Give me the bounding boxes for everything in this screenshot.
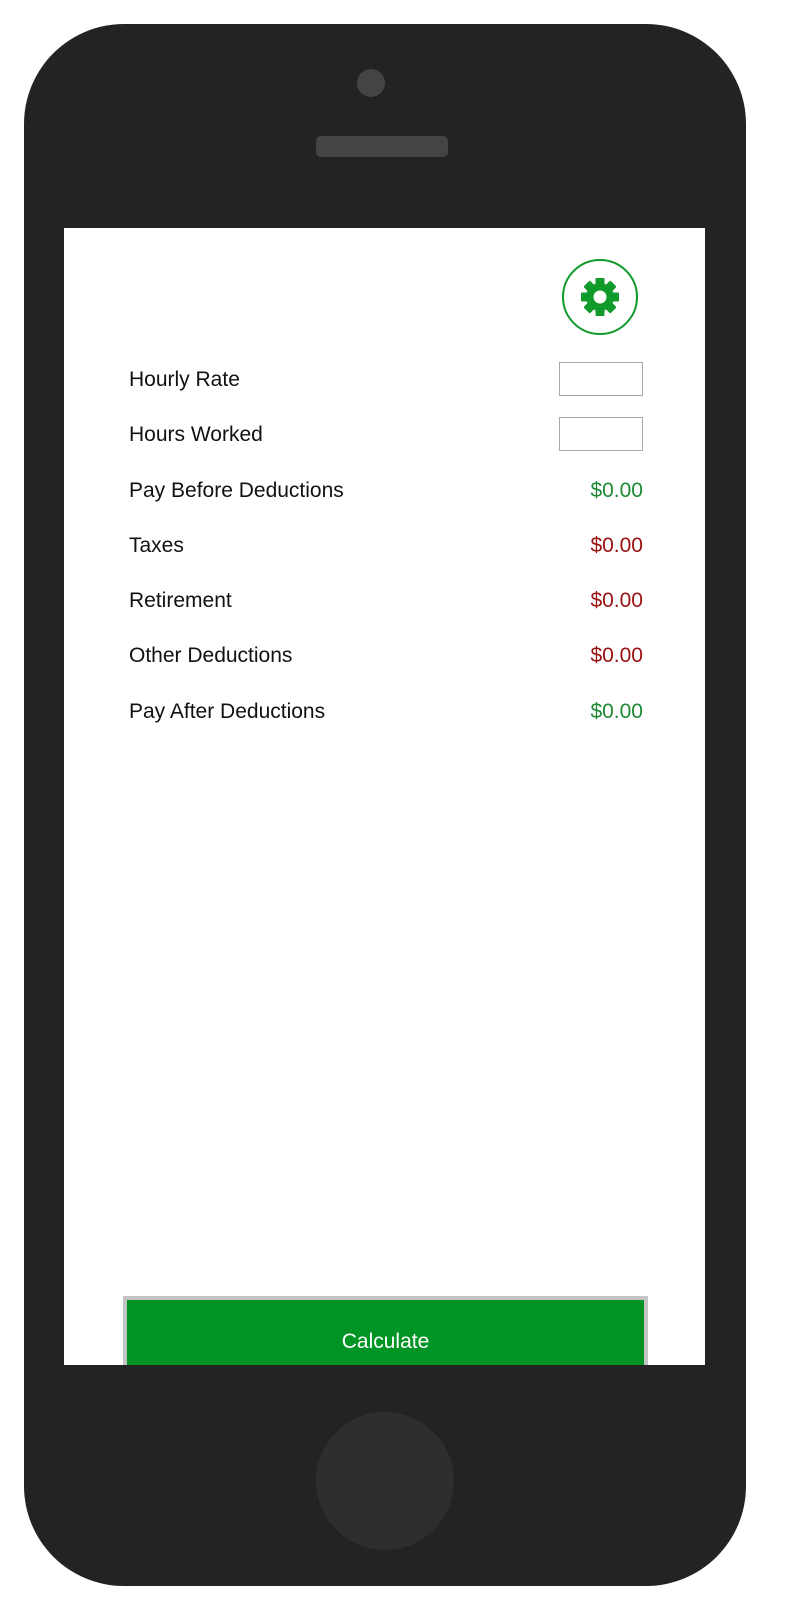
taxes-label: Taxes: [129, 534, 184, 557]
row-pay-after-deductions: Pay After Deductions $0.00: [129, 694, 643, 730]
row-retirement: Retirement $0.00: [129, 583, 643, 619]
row-hours-worked: Hours Worked: [129, 417, 643, 453]
hourly-rate-label: Hourly Rate: [129, 368, 240, 391]
other-deductions-value: $0.00: [590, 644, 643, 667]
row-taxes: Taxes $0.00: [129, 528, 643, 564]
row-other-deductions: Other Deductions $0.00: [129, 638, 643, 674]
row-pay-before-deductions: Pay Before Deductions $0.00: [129, 473, 643, 509]
gear-icon: [581, 278, 619, 316]
app-screen: Hourly Rate Hours Worked Pay Before Dedu…: [64, 228, 705, 1365]
pay-after-deductions-value: $0.00: [590, 700, 643, 723]
home-button[interactable]: [316, 1412, 454, 1550]
front-camera: [357, 69, 385, 97]
earpiece-speaker: [316, 136, 448, 157]
pay-before-deductions-label: Pay Before Deductions: [129, 479, 344, 502]
retirement-value: $0.00: [590, 589, 643, 612]
hourly-rate-input[interactable]: [559, 362, 643, 396]
phone-frame: Hourly Rate Hours Worked Pay Before Dedu…: [24, 24, 746, 1586]
pay-before-deductions-value: $0.00: [590, 479, 643, 502]
retirement-label: Retirement: [129, 589, 232, 612]
other-deductions-label: Other Deductions: [129, 644, 293, 667]
pay-after-deductions-label: Pay After Deductions: [129, 700, 326, 723]
calculate-button-frame: Calculate: [123, 1296, 648, 1365]
settings-button[interactable]: [562, 259, 638, 335]
hours-worked-input[interactable]: [559, 417, 643, 451]
hours-worked-label: Hours Worked: [129, 423, 263, 446]
calculate-button[interactable]: Calculate: [127, 1300, 644, 1365]
row-hourly-rate: Hourly Rate: [129, 362, 643, 398]
taxes-value: $0.00: [590, 534, 643, 557]
